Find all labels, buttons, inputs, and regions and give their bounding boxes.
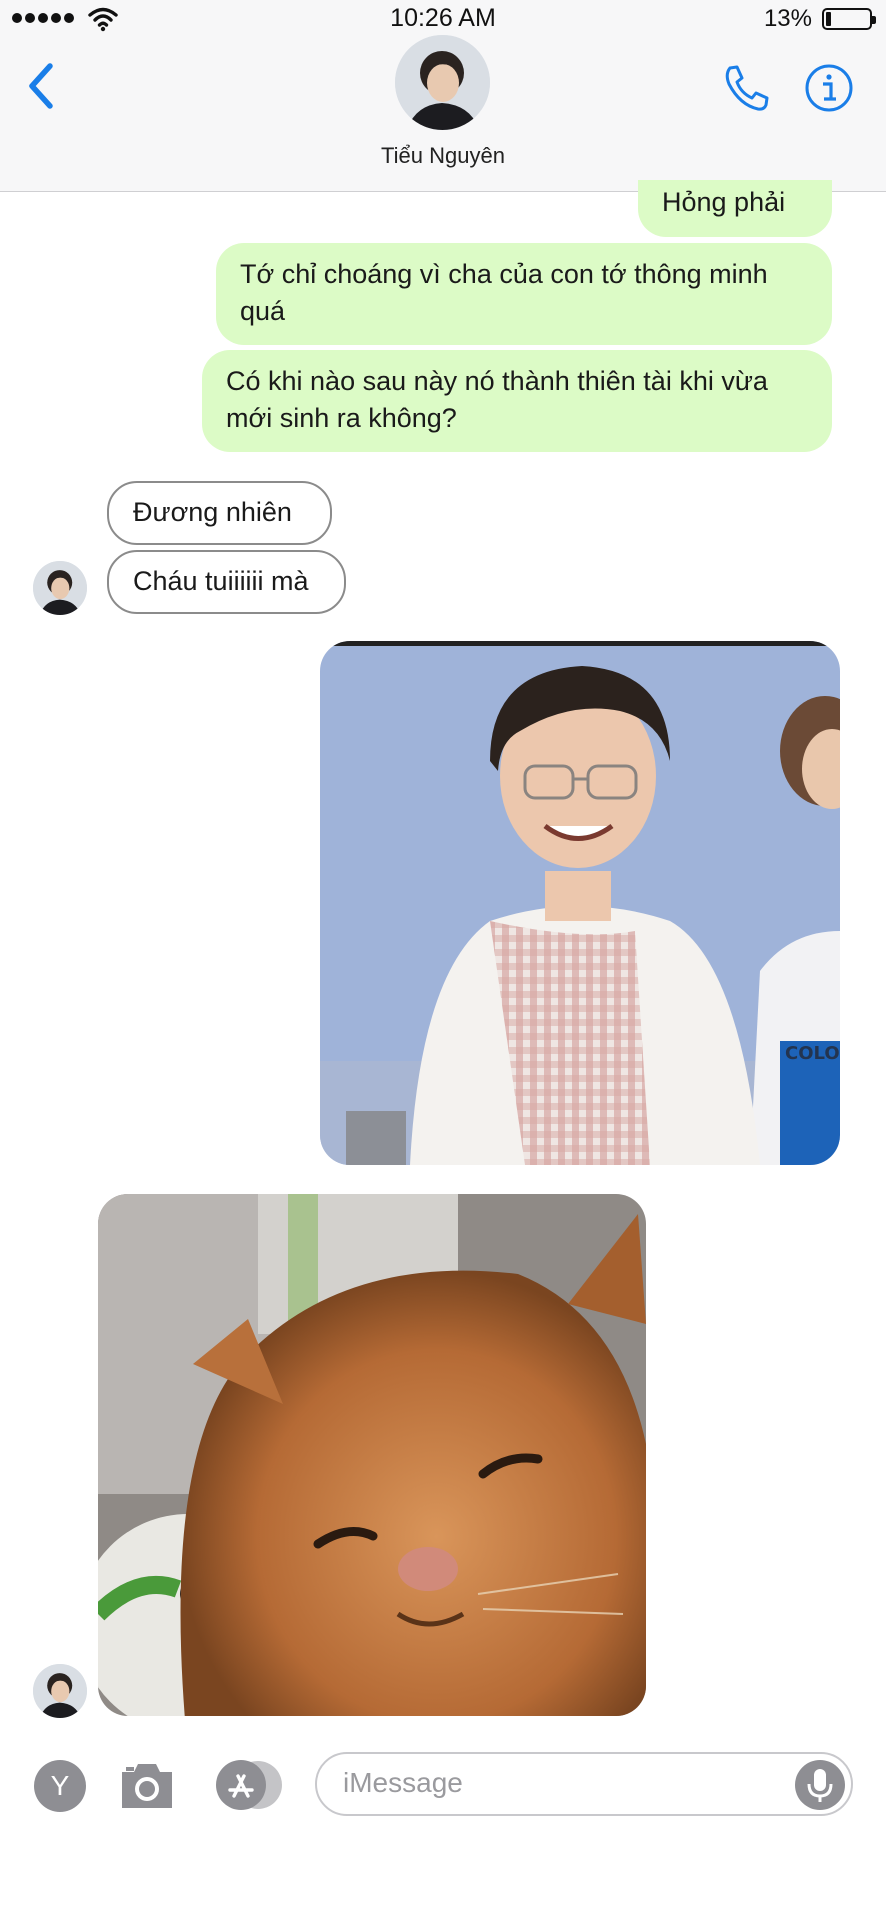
contact-name[interactable]: Tiểu Nguyên — [0, 143, 886, 169]
back-chevron-icon[interactable] — [22, 58, 62, 114]
message-text: Đương nhiên — [133, 497, 292, 527]
conversation-header: 10:26 AM 13% Tiểu Nguyên — [0, 0, 886, 192]
incoming-message[interactable]: Cháu tuiiiiii mà — [107, 550, 346, 614]
battery-icon — [822, 8, 876, 30]
phone-icon[interactable] — [720, 62, 772, 114]
message-text: Tớ chỉ choáng vì cha của con tớ thông mi… — [240, 259, 768, 326]
microphone-button[interactable] — [795, 1760, 845, 1810]
outgoing-message[interactable]: Tớ chỉ choáng vì cha của con tớ thông mi… — [216, 243, 832, 345]
input-placeholder: iMessage — [343, 1767, 463, 1798]
outgoing-photo[interactable]: COLO — [320, 641, 840, 1165]
svg-text:COLO: COLO — [785, 1043, 840, 1064]
outgoing-message[interactable]: Có khi nào sau này nó thành thiên tài kh… — [202, 350, 832, 452]
status-bar: 10:26 AM 13% — [0, 0, 886, 40]
messages-screen: 10:26 AM 13% Tiểu Nguyên Hỏng phải Tớ ch… — [0, 0, 886, 1920]
info-icon[interactable] — [803, 62, 855, 114]
incoming-photo[interactable] — [98, 1194, 646, 1716]
camera-icon[interactable] — [118, 1760, 176, 1810]
app-store-icon[interactable] — [214, 1758, 284, 1812]
outgoing-message[interactable]: Hỏng phải — [638, 180, 832, 237]
status-time: 10:26 AM — [390, 4, 496, 32]
contact-avatar[interactable] — [395, 35, 490, 130]
incoming-message[interactable]: Đương nhiên — [107, 481, 332, 545]
message-text: Hỏng phải — [662, 187, 786, 217]
message-text: Cháu tuiiiiii mà — [133, 566, 309, 596]
apps-button[interactable]: Y — [34, 1760, 86, 1812]
battery-percent: 13% — [763, 5, 812, 32]
message-input[interactable]: iMessage — [315, 1752, 853, 1816]
sender-avatar[interactable] — [33, 1664, 87, 1718]
message-text: Có khi nào sau này nó thành thiên tài kh… — [226, 366, 768, 433]
apps-letter: Y — [50, 1770, 70, 1801]
microphone-icon — [807, 1769, 833, 1802]
sender-avatar[interactable] — [33, 561, 87, 615]
